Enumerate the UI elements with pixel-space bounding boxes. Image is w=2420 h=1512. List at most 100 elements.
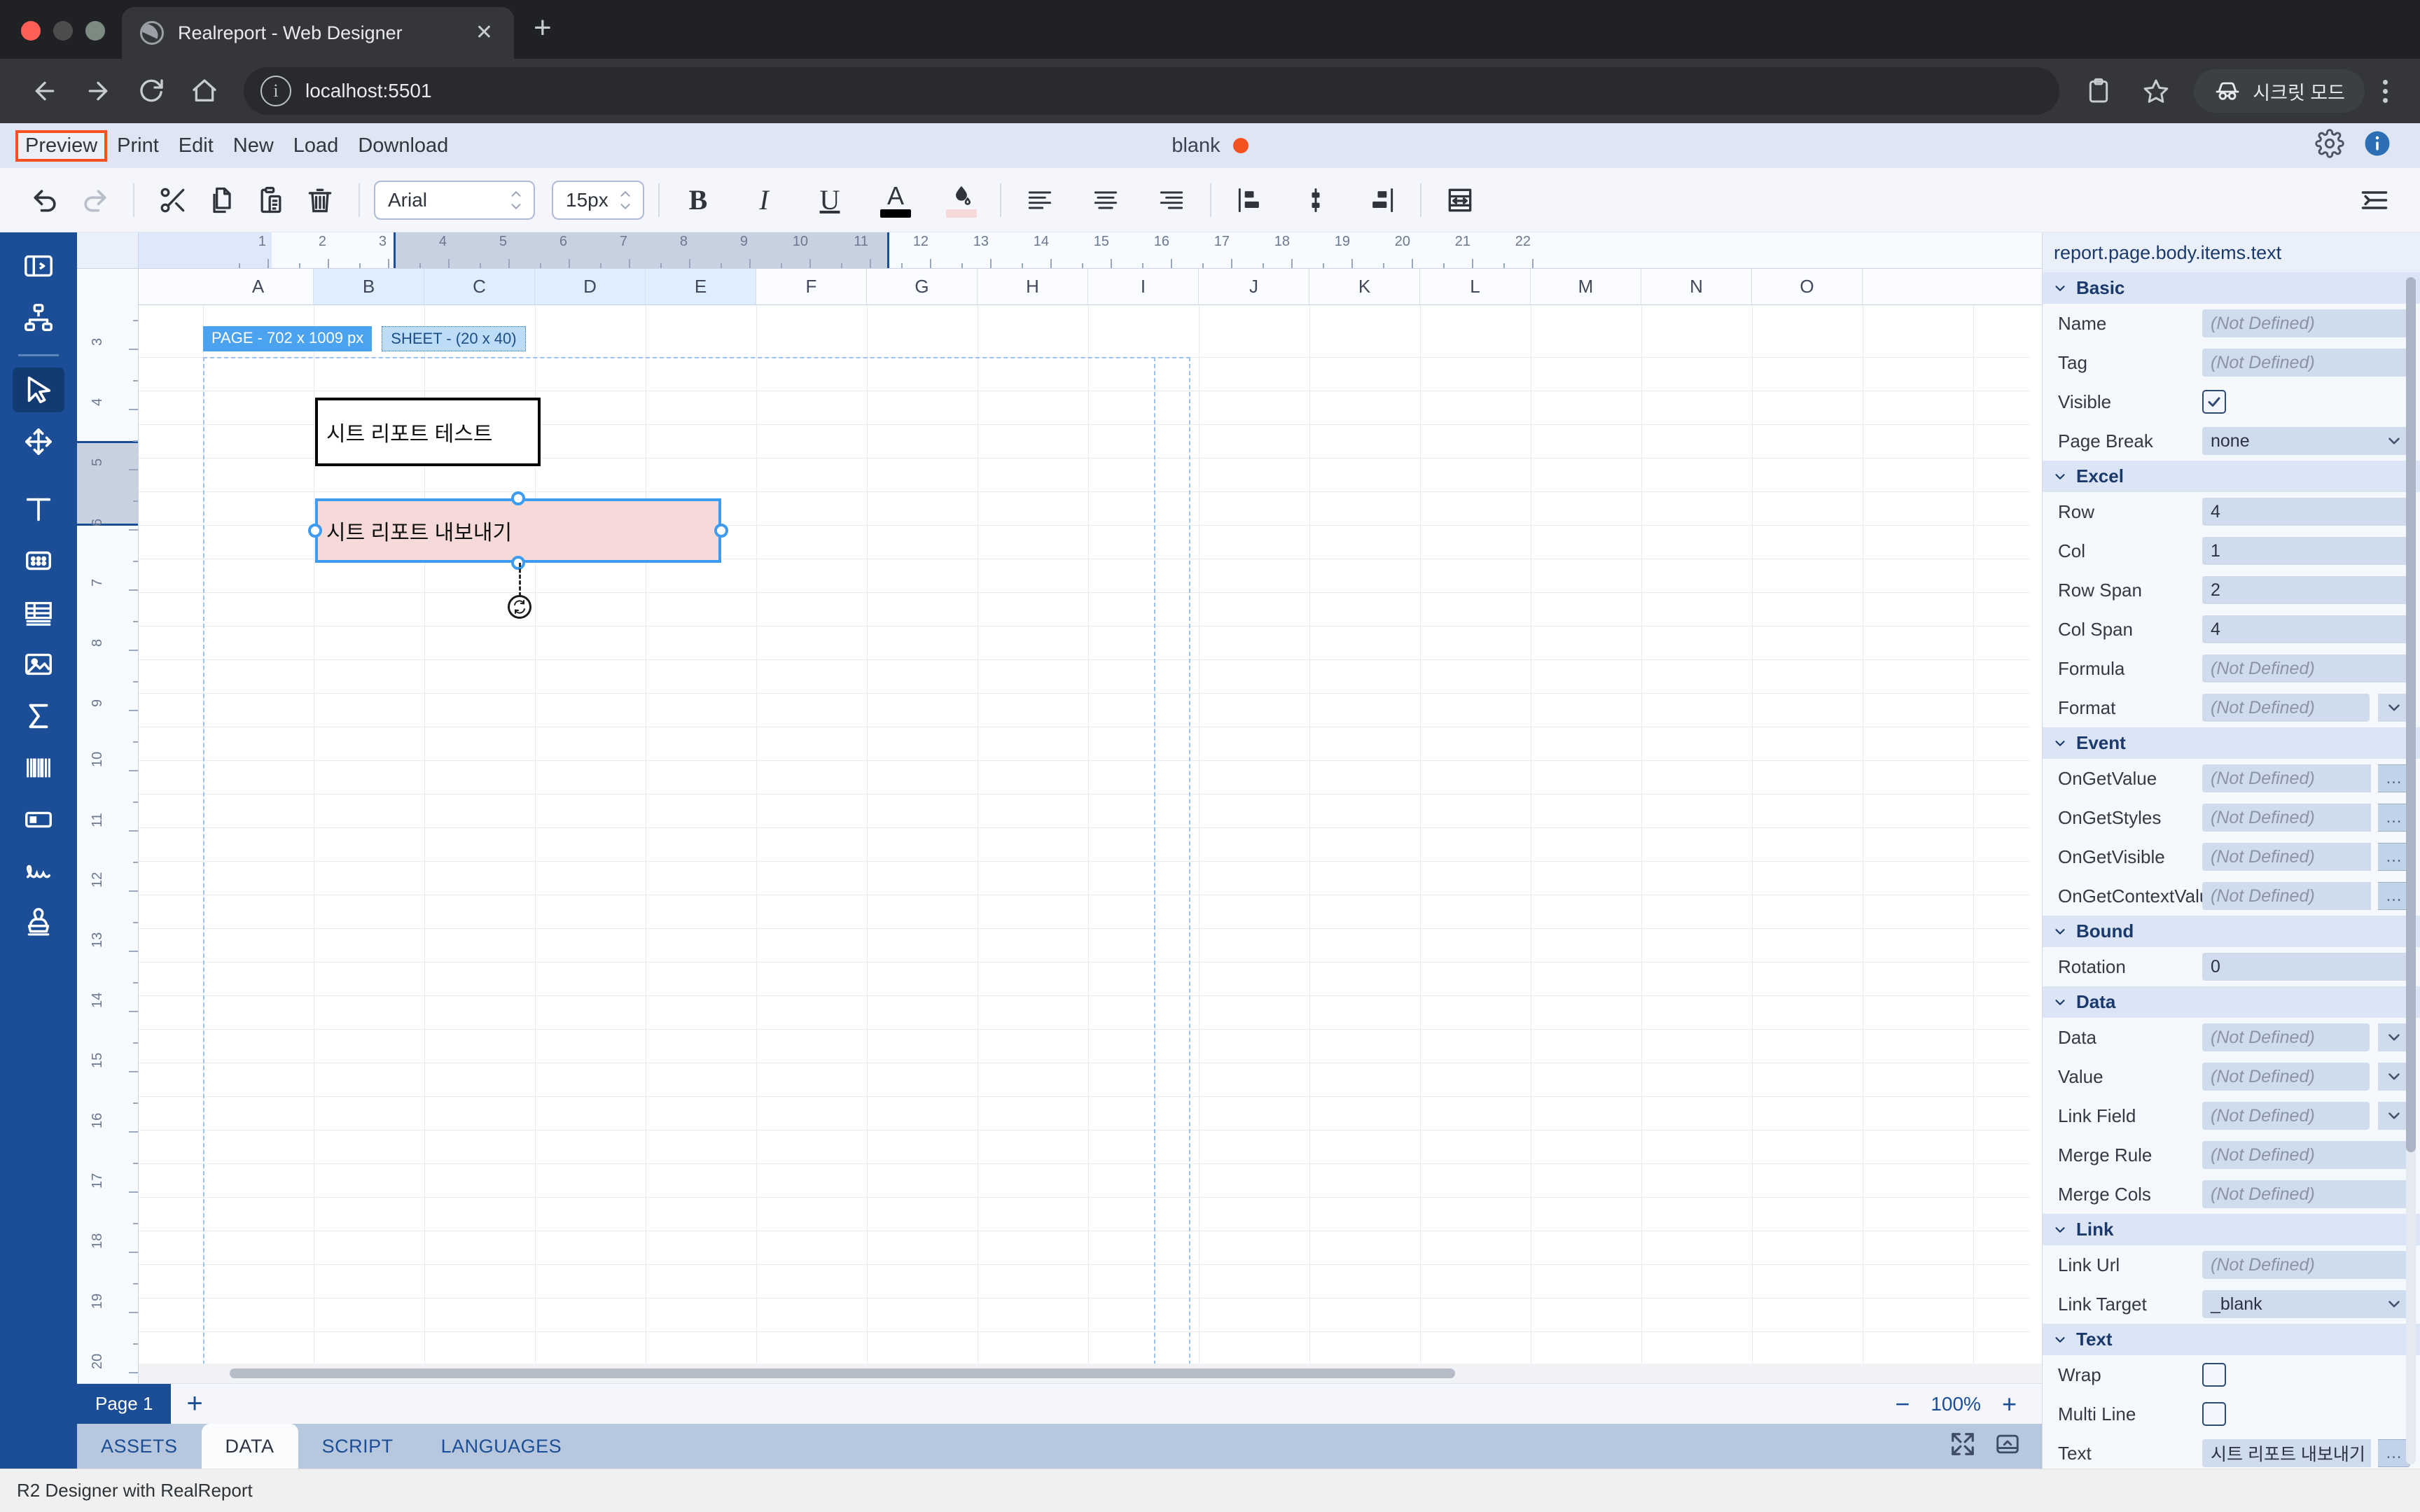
property-input-row-span[interactable]: 2 [2202,576,2410,604]
resize-handle-left[interactable] [308,524,322,538]
add-page-button[interactable]: + [171,1384,218,1424]
column-header-m[interactable]: M [1531,269,1641,304]
font-family-select[interactable]: Arial [374,180,535,220]
resize-handle-top[interactable] [511,491,525,505]
menu-print[interactable]: Print [107,130,169,162]
property-input-merge-cols[interactable]: (Not Defined) [2202,1180,2410,1208]
resize-handle-bottom[interactable] [511,556,525,570]
property-section-link[interactable]: Link [2043,1214,2420,1245]
property-input-ongetvalue[interactable]: (Not Defined) [2202,764,2371,792]
font-size-select[interactable]: 15px [552,180,644,220]
align-top-icon[interactable] [1225,176,1274,225]
bookmark-star-icon[interactable] [2129,64,2183,118]
menu-preview[interactable]: Preview [15,130,108,162]
report-item-selected[interactable]: 시트 리포트 내보내기 [315,498,721,563]
property-input-merge-rule[interactable]: (Not Defined) [2202,1141,2410,1169]
close-tab-icon[interactable]: ✕ [470,22,499,43]
browser-tab[interactable]: Realreport - Web Designer ✕ [122,7,514,59]
home-icon[interactable] [178,64,231,118]
property-input-format[interactable]: (Not Defined) [2202,694,2370,722]
site-info-icon[interactable]: i [260,76,291,106]
property-input-rotation[interactable]: 0 [2202,953,2410,981]
undo-icon[interactable] [21,176,70,225]
close-window-button[interactable] [21,21,41,41]
copy-icon[interactable] [197,176,246,225]
property-input-ongetcontextvalue[interactable]: (Not Defined) [2202,882,2371,910]
image-icon[interactable] [13,642,64,687]
align-bottom-icon[interactable] [1357,176,1406,225]
property-checkbox-multi-line[interactable] [2202,1402,2226,1426]
hierarchy-icon[interactable] [13,295,64,340]
column-header-l[interactable]: L [1420,269,1531,304]
properties-scroll-region[interactable]: Basic Name (Not Defined) Tag (Not Defined) Vi… [2043,272,2420,1469]
menu-new[interactable]: New [223,130,284,162]
underline-button[interactable]: U [805,176,854,225]
property-section-bound[interactable]: Bound [2043,916,2420,947]
band-icon[interactable] [13,797,64,842]
scissors-icon[interactable] [148,176,197,225]
address-bar[interactable]: i localhost:5501 [244,67,2060,115]
bold-button[interactable]: B [674,176,723,225]
maximize-window-button[interactable] [85,21,105,41]
clipboard-icon[interactable] [2072,64,2125,118]
page-tab-1[interactable]: Page 1 [77,1384,172,1424]
fit-width-icon[interactable] [1435,176,1484,225]
reload-icon[interactable] [125,64,178,118]
redo-icon[interactable] [70,176,119,225]
panel-expand-icon[interactable] [13,244,64,288]
property-input-ongetvisible[interactable]: (Not Defined) [2202,843,2371,871]
menu-download[interactable]: Download [348,130,458,162]
column-header-e[interactable]: E [646,269,756,304]
property-input-name[interactable]: (Not Defined) [2202,309,2410,337]
column-header-i[interactable]: I [1088,269,1199,304]
tab-languages[interactable]: LANGUAGES [417,1424,586,1469]
menu-edit[interactable]: Edit [169,130,223,162]
property-input-tag[interactable]: (Not Defined) [2202,349,2410,377]
clipboard-paste-icon[interactable] [246,176,295,225]
property-section-basic[interactable]: Basic [2043,272,2420,304]
column-header-n[interactable]: N [1641,269,1752,304]
property-input-text[interactable]: 시트 리포트 내보내기 [2202,1439,2371,1467]
property-input-link-url[interactable]: (Not Defined) [2202,1251,2410,1279]
property-input-value[interactable]: (Not Defined) [2202,1063,2370,1091]
property-section-event[interactable]: Event [2043,727,2420,759]
menu-load[interactable]: Load [284,130,349,162]
tab-script[interactable]: SCRIPT [298,1424,417,1469]
column-header-f[interactable]: F [756,269,867,304]
property-checkbox-visible[interactable] [2202,390,2226,414]
cursor-arrow-icon[interactable] [13,368,64,412]
gear-icon[interactable] [2315,128,2344,163]
tab-data[interactable]: DATA [201,1424,298,1469]
property-input-data[interactable]: (Not Defined) [2202,1023,2370,1051]
properties-scrollbar[interactable] [2406,277,2416,1464]
minimize-window-button[interactable] [53,21,73,41]
window-controls[interactable] [14,21,122,59]
incognito-indicator[interactable]: 시크릿 모드 [2194,69,2365,113]
info-icon[interactable] [2363,129,2392,163]
property-input-ongetstyles[interactable]: (Not Defined) [2202,804,2371,832]
column-header-o[interactable]: O [1752,269,1863,304]
signature-icon[interactable] [13,849,64,894]
canvas-viewport[interactable]: 1 2 3 4 5 6 7 8 9 10 11 12 13 14 15 16 17 18 19 20 21 22 3456… [77,232,2042,1383]
sigma-icon[interactable] [13,694,64,738]
column-header-c[interactable]: C [424,269,535,304]
panel-collapse-icon[interactable] [2350,176,2399,225]
collapse-panel-icon[interactable] [1994,1431,2021,1462]
new-tab-button[interactable]: + [514,13,571,59]
align-center-icon[interactable] [1081,176,1130,225]
text-color-button[interactable]: A [871,176,920,225]
align-middle-icon[interactable] [1291,176,1340,225]
table-icon[interactable] [13,590,64,635]
zoom-in-button[interactable]: + [2002,1391,2017,1417]
sheet-grid[interactable]: PAGE - 702 x 1009 px SHEET - (20 x 40) 시… [139,305,2042,1383]
zoom-out-button[interactable]: − [1895,1391,1910,1417]
property-input-col[interactable]: 1 [2202,537,2410,565]
column-header-h[interactable]: H [978,269,1088,304]
back-icon[interactable] [18,64,71,118]
column-header-j[interactable]: J [1199,269,1309,304]
column-header-d[interactable]: D [535,269,646,304]
property-input-link-field[interactable]: (Not Defined) [2202,1102,2370,1130]
scrollbar-thumb[interactable] [2406,277,2416,1152]
move-arrows-icon[interactable] [13,419,64,464]
fill-color-button[interactable] [937,176,986,225]
